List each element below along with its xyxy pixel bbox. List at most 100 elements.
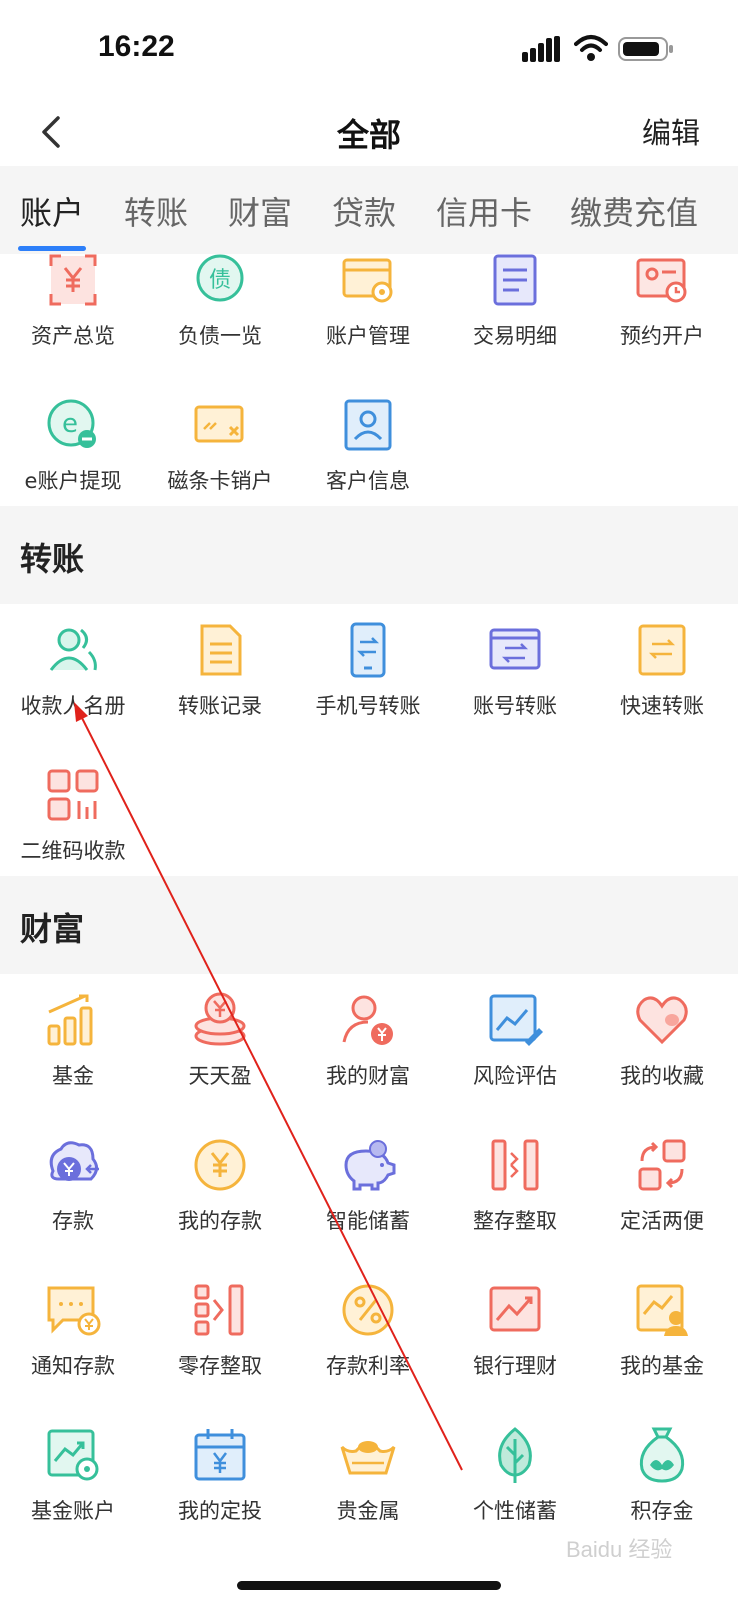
menu-item-lump-sum-deposit[interactable]: 整存整取: [445, 1135, 585, 1235]
tab-wealth[interactable]: 财富: [228, 188, 292, 234]
menu-item-qr-code-receive[interactable]: 二维码收款: [3, 765, 143, 865]
category-tab-bar: 账户 转账 财富 贷款 信用卡 缴费充值: [0, 166, 738, 254]
menu-item-label: 风险评估: [473, 1064, 557, 1088]
percent-icon: [342, 1284, 394, 1336]
menu-item-label: 快速转账: [620, 694, 704, 718]
money-bag-icon: [639, 1427, 685, 1483]
tab-transfer[interactable]: 转账: [124, 188, 188, 234]
section-title: 转账: [20, 540, 85, 578]
menu-item-fund[interactable]: 基金: [3, 990, 143, 1090]
menu-item-account-transfer[interactable]: 账号转账: [445, 620, 585, 720]
nav-bar: 全部 编辑: [0, 100, 738, 166]
menu-item-bank-finance[interactable]: 银行理财: [445, 1280, 585, 1380]
menu-item-fund-account[interactable]: 基金账户: [3, 1425, 143, 1525]
menu-item-label: 客户信息: [326, 469, 410, 493]
edit-button[interactable]: 编辑: [642, 110, 700, 152]
tab-loan[interactable]: 贷款: [332, 188, 396, 234]
my-fund-icon: [636, 1284, 688, 1336]
phone-transfer-icon: [350, 622, 386, 678]
tab-account[interactable]: 账户: [20, 188, 84, 234]
menu-item-smart-savings[interactable]: 智能储蓄: [298, 1135, 438, 1235]
bank-finance-icon: [489, 1286, 541, 1332]
menu-item-deposit-rate[interactable]: 存款利率: [298, 1280, 438, 1380]
menu-item-label: 个性储蓄: [473, 1499, 557, 1523]
wifi-icon: [574, 35, 608, 61]
menu-item-label: 定活两便: [620, 1209, 704, 1233]
section-header-wealth: 财富: [0, 876, 738, 974]
menu-item-label: 基金账户: [31, 1499, 115, 1523]
menu-item-label: 二维码收款: [20, 839, 126, 863]
menu-item-label: 基金: [52, 1064, 94, 1088]
menu-item-my-deposit[interactable]: 我的存款: [150, 1135, 290, 1235]
menu-item-magnetic-card-close[interactable]: 磁条卡销户: [150, 395, 290, 495]
piggy-bank-icon: [344, 1140, 396, 1191]
menu-item-label: 银行理财: [473, 1354, 557, 1378]
menu-item-label: 转账记录: [178, 694, 262, 718]
lump-sum-icon: [491, 1139, 539, 1191]
payee-list-icon: [49, 628, 97, 671]
battery-icon: [618, 37, 673, 61]
e-account-withdraw-icon: e: [47, 399, 96, 448]
menu-item-label: 预约开户: [620, 324, 704, 348]
menu-item-label: 积存金: [630, 1499, 694, 1523]
qr-code-icon: [47, 769, 99, 821]
section-title: 财富: [20, 910, 85, 948]
menu-item-tiantianying[interactable]: 天天盈: [150, 990, 290, 1090]
menu-item-label: 我的收藏: [620, 1064, 704, 1088]
page-title: 全部: [336, 116, 401, 154]
menu-item-installment-deposit[interactable]: 零存整取: [150, 1280, 290, 1380]
menu-item-my-fund[interactable]: 我的基金: [592, 1280, 732, 1380]
customer-info-icon: [344, 399, 392, 451]
menu-item-quick-transfer[interactable]: 快速转账: [592, 620, 732, 720]
coins-icon: [194, 992, 246, 1046]
calendar-icon: [194, 1429, 246, 1481]
account-manage-icon: [342, 258, 393, 303]
transfer-record-icon: [200, 624, 242, 676]
risk-assessment-icon: [489, 994, 543, 1046]
fund-icon: [47, 994, 93, 1046]
menu-item-precious-metal[interactable]: 贵金属: [298, 1425, 438, 1525]
menu-item-risk-assessment[interactable]: 风险评估: [445, 990, 585, 1090]
my-wealth-icon: [342, 995, 393, 1045]
menu-item-e-account-withdraw[interactable]: e e账户提现: [3, 395, 143, 495]
menu-item-notice-deposit[interactable]: 通知存款: [3, 1280, 143, 1380]
menu-item-label: 贵金属: [336, 1499, 400, 1523]
my-deposit-icon: [194, 1139, 246, 1191]
tab-bill-payment[interactable]: 缴费充值: [570, 188, 698, 234]
svg-text:e: e: [62, 409, 78, 439]
menu-item-label: 存款利率: [326, 1354, 410, 1378]
tab-credit-card[interactable]: 信用卡: [436, 188, 532, 234]
home-indicator[interactable]: [237, 1581, 501, 1590]
menu-item-my-favorites[interactable]: 我的收藏: [592, 990, 732, 1090]
menu-item-personal-savings[interactable]: 个性储蓄: [445, 1425, 585, 1525]
appointment-account-icon: [636, 258, 687, 303]
menu-item-transfer-record[interactable]: 转账记录: [150, 620, 290, 720]
menu-item-phone-transfer[interactable]: 手机号转账: [298, 620, 438, 720]
watermark: Baidu 经验: [566, 1537, 673, 1562]
menu-item-payee-list[interactable]: 收款人名册: [3, 620, 143, 720]
menu-item-my-wealth[interactable]: 我的财富: [298, 990, 438, 1090]
menu-item-label: 零存整取: [178, 1354, 262, 1378]
menu-item-label: 磁条卡销户: [167, 469, 273, 493]
menu-item-debt-overview[interactable]: 债 负债一览: [150, 250, 290, 350]
menu-item-transaction-detail[interactable]: 交易明细: [445, 250, 585, 350]
quick-transfer-icon: [638, 624, 686, 676]
debt-icon: 债: [196, 254, 244, 302]
menu-item-label: 手机号转账: [315, 694, 421, 718]
menu-item-label: 账号转账: [473, 694, 557, 718]
transaction-detail-icon: [493, 254, 537, 306]
cellular-signal-icon: [522, 36, 560, 62]
menu-item-my-fixed-investment[interactable]: 我的定投: [150, 1425, 290, 1525]
menu-item-appointment-account[interactable]: 预约开户: [592, 250, 732, 350]
menu-item-label: 存款: [52, 1209, 94, 1233]
installment-deposit-icon: [194, 1284, 244, 1336]
menu-item-customer-info[interactable]: 客户信息: [298, 395, 438, 495]
menu-item-label: 交易明细: [473, 324, 557, 348]
menu-item-account-management[interactable]: 账户管理: [298, 250, 438, 350]
menu-item-flexible-deposit[interactable]: 定活两便: [592, 1135, 732, 1235]
magnetic-card-close-icon: [194, 405, 244, 443]
menu-item-deposit[interactable]: 存款: [3, 1135, 143, 1235]
menu-item-accumulated-gold[interactable]: 积存金: [592, 1425, 732, 1525]
menu-item-asset-overview[interactable]: 资产总览: [3, 250, 143, 350]
menu-item-label: 通知存款: [31, 1354, 115, 1378]
